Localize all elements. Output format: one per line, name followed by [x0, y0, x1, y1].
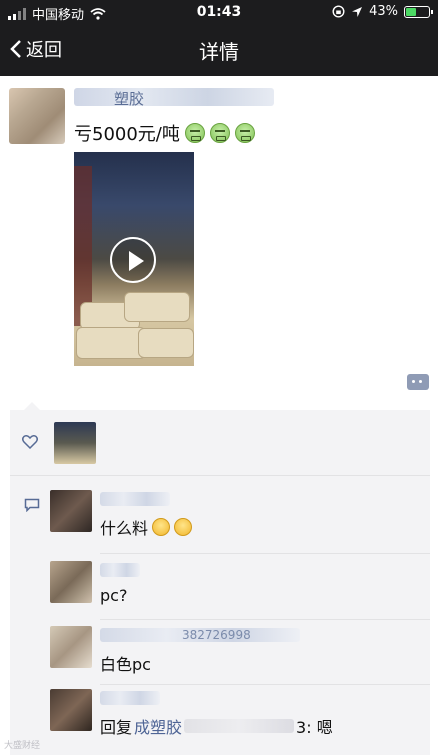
comment-text: pc?: [100, 586, 128, 605]
angry-green-emoji-icon: [234, 123, 255, 143]
divider: [100, 684, 430, 685]
battery-icon: [404, 5, 433, 18]
reply-to-name[interactable]: 成塑胶: [134, 714, 182, 738]
comment-author-name[interactable]: 382726998: [100, 628, 300, 642]
divider: [100, 619, 430, 620]
nav-bar: 返回 详情: [0, 26, 438, 76]
post-author-avatar[interactable]: [9, 88, 65, 144]
comment-avatar[interactable]: [50, 561, 92, 603]
confused-emoji-icon: [152, 518, 171, 536]
like-row: [10, 410, 430, 476]
comment-text: 什么料: [100, 515, 193, 539]
divider: [100, 553, 430, 554]
more-actions-button[interactable]: [407, 374, 429, 390]
angry-green-emoji-icon: [184, 123, 205, 143]
comment-icon: [24, 498, 40, 512]
angry-green-emoji-icon: [209, 123, 230, 143]
status-bar: 中国移动 01:43 43%: [0, 0, 438, 26]
orientation-lock-icon: [332, 5, 345, 18]
comment-item: pc?: [50, 561, 390, 621]
back-label: 返回: [26, 40, 62, 61]
battery-percent: 43%: [369, 4, 398, 19]
back-button[interactable]: 返回: [10, 36, 62, 62]
top-bar: 中国移动 01:43 43% 返回 详情: [0, 0, 438, 76]
comment-avatar[interactable]: [50, 490, 92, 532]
comment-author-name[interactable]: [100, 492, 170, 506]
play-icon[interactable]: [110, 237, 156, 283]
page-title: 详情: [199, 40, 239, 64]
watermark: 大盛财经: [4, 741, 41, 751]
post-text: 亏5000元/吨: [74, 120, 255, 146]
post-author-name[interactable]: 塑胶: [74, 88, 274, 108]
confused-emoji-icon: [174, 518, 193, 536]
like-avatar[interactable]: [54, 422, 96, 464]
comment-author-name[interactable]: [100, 563, 140, 577]
comment-avatar[interactable]: [50, 626, 92, 668]
comment-text: 回复 成塑胶 3: 嗯: [100, 714, 333, 738]
comment-text: 白色pc: [100, 655, 151, 674]
comment-item: 382726998 白色pc: [50, 626, 390, 686]
chevron-left-icon: [10, 40, 21, 58]
comment-author-name[interactable]: [100, 691, 160, 705]
location-icon: [352, 6, 363, 17]
post-text-label: 亏5000元/吨: [74, 124, 180, 145]
heart-icon: [22, 435, 38, 449]
comment-avatar[interactable]: [50, 689, 92, 731]
comment-item: 回复 成塑胶 3: 嗯: [50, 689, 390, 749]
video-thumbnail[interactable]: [74, 152, 194, 366]
comment-item: 什么料: [50, 490, 390, 550]
